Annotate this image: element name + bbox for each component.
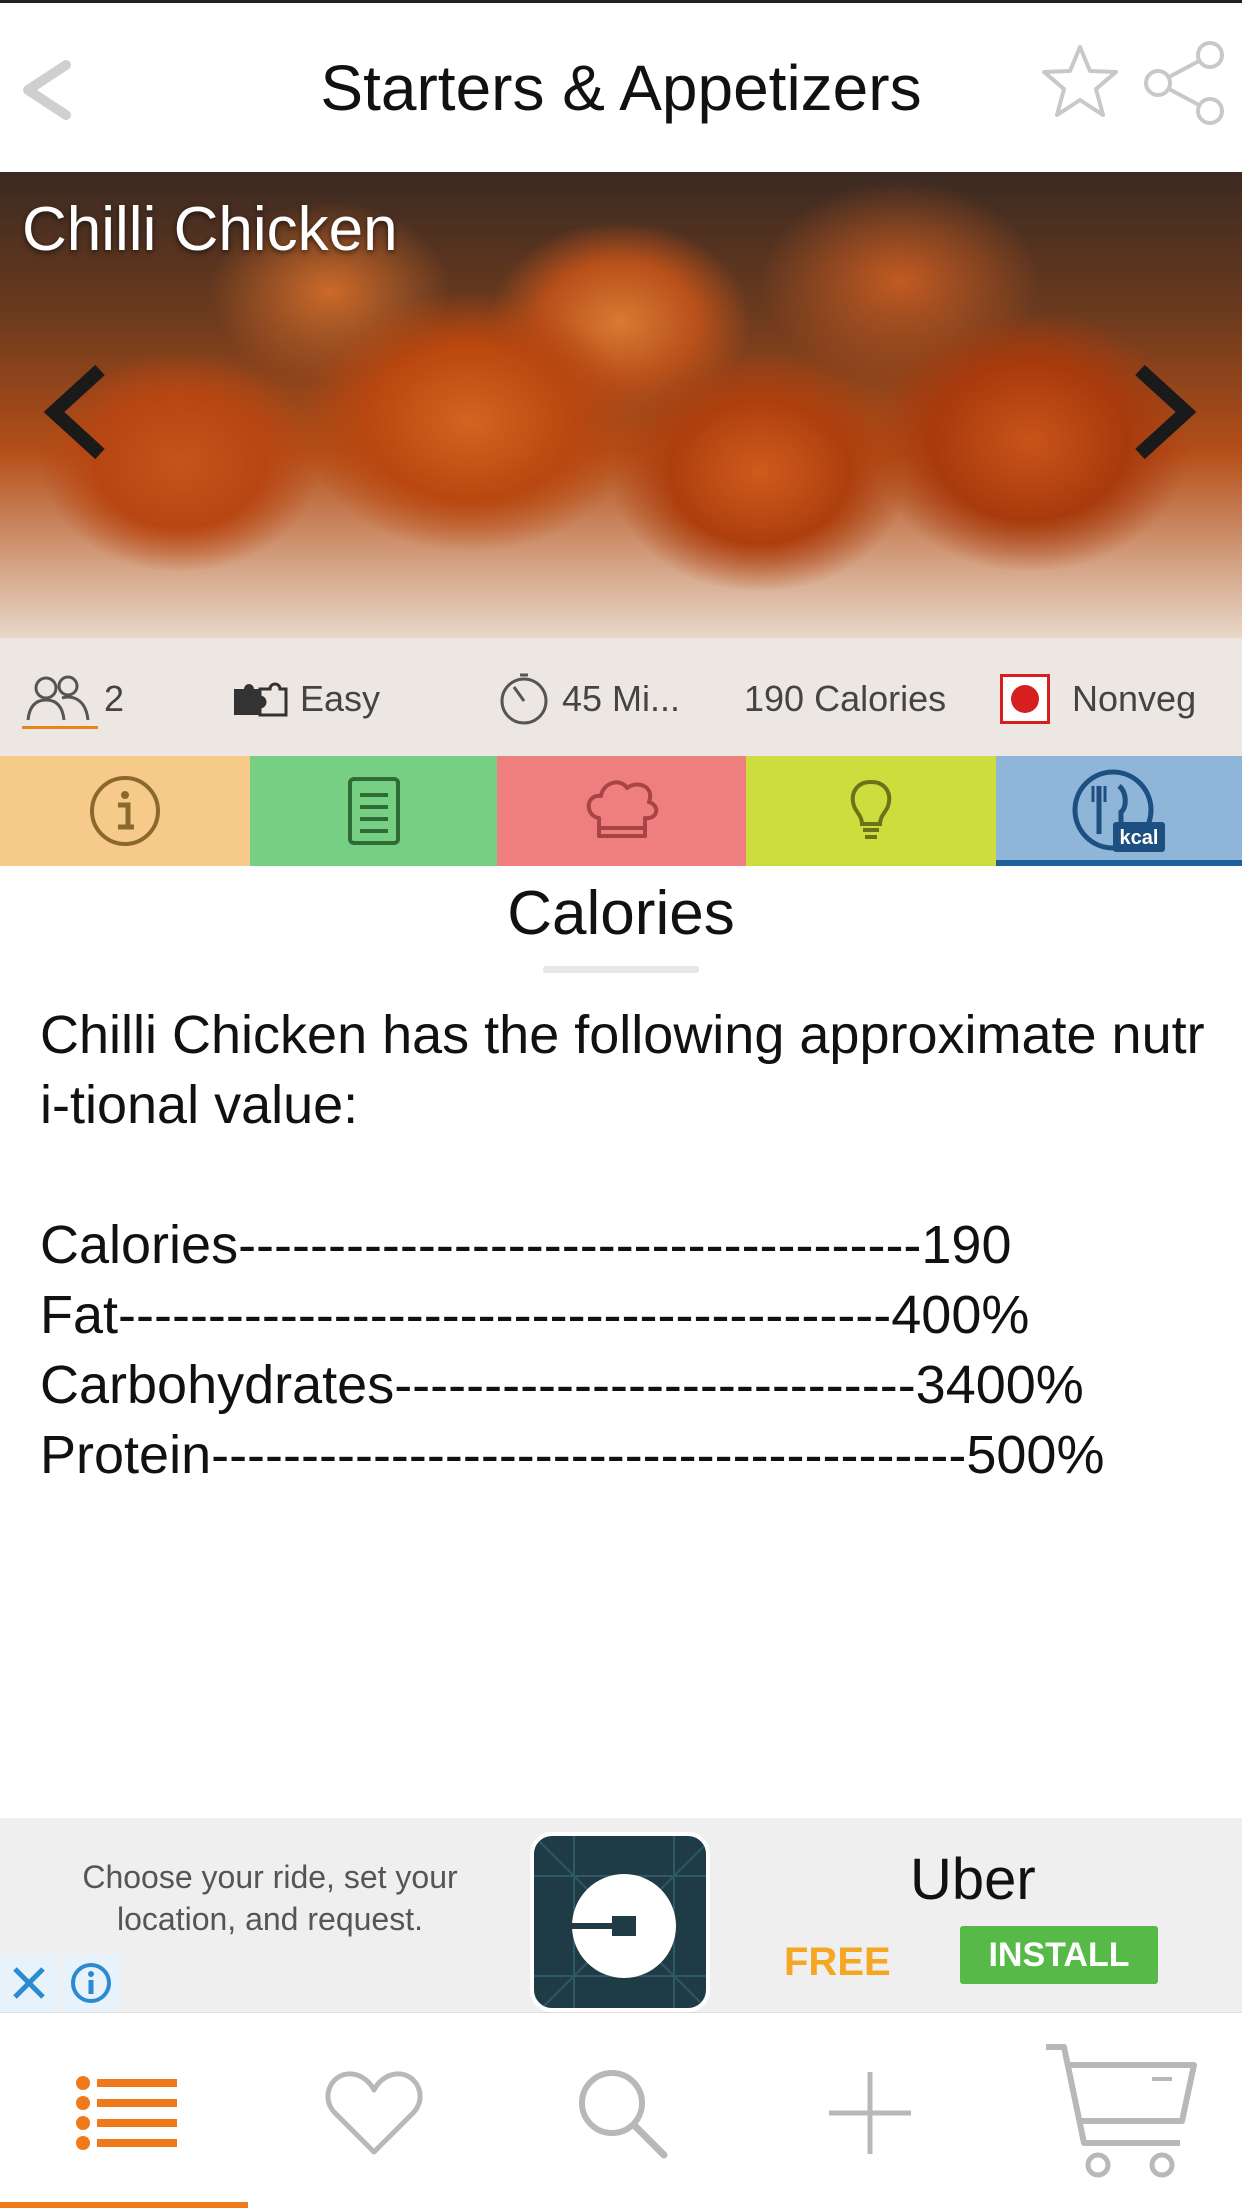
close-icon[interactable] xyxy=(0,1954,58,2012)
search-icon[interactable] xyxy=(562,2053,682,2173)
lightbulb-icon xyxy=(850,779,892,839)
calories-item: 190 Calories xyxy=(744,676,946,722)
serves-value: 2 xyxy=(104,678,125,719)
recipe-title: Chilli Chicken xyxy=(22,195,398,264)
ingredients-list-icon xyxy=(347,777,400,845)
active-tab-indicator xyxy=(0,2202,248,2208)
recipe-meta-bar: 2 Easy 45 Mi... 190 Calories Nonveg xyxy=(0,638,1242,756)
install-button[interactable]: INSTALL xyxy=(960,1926,1158,1984)
diet-item: Nonveg xyxy=(1000,674,1197,724)
difficulty-item: Easy xyxy=(230,676,380,722)
chevron-left-icon[interactable] xyxy=(40,362,110,462)
ad-info-icon[interactable] xyxy=(62,1954,120,2012)
heart-icon[interactable] xyxy=(314,2053,434,2173)
people-icon xyxy=(26,675,90,721)
serves-item: 2 xyxy=(22,675,125,722)
time-value: 45 Mi... xyxy=(562,678,681,719)
ad-price: FREE xyxy=(784,1940,891,1984)
kcal-icon: kcal xyxy=(1072,769,1165,852)
page-title: Starters & Appetizers xyxy=(320,52,922,124)
timer-icon xyxy=(500,673,548,725)
share-icon[interactable] xyxy=(1140,39,1226,125)
recipe-hero-image: Chilli Chicken xyxy=(0,172,1242,638)
top-navigation-bar: Starters & Appetizers xyxy=(0,0,1242,172)
list-icon[interactable] xyxy=(66,2053,186,2173)
diet-value: Nonveg xyxy=(1072,678,1197,719)
plus-icon[interactable] xyxy=(810,2053,930,2173)
tab-method[interactable] xyxy=(497,756,746,866)
recipe-tabs: kcal xyxy=(0,756,1242,866)
tab-info[interactable] xyxy=(0,756,250,866)
calories-value: 190 Calories xyxy=(744,678,947,719)
ad-app-name: Uber xyxy=(910,1847,1036,1912)
tab-calories[interactable]: kcal xyxy=(996,756,1242,866)
back-chevron-icon[interactable] xyxy=(18,55,78,125)
cart-icon[interactable] xyxy=(1042,2044,1202,2178)
bottom-tab-bar xyxy=(0,2012,1242,2208)
section-divider xyxy=(543,966,699,973)
svg-text:kcal: kcal xyxy=(1120,827,1159,849)
star-icon[interactable] xyxy=(1040,41,1120,121)
puzzle-icon xyxy=(234,682,288,717)
serves-underline xyxy=(22,726,98,729)
tab-ingredients[interactable] xyxy=(250,756,497,866)
nutrition-text: Chilli Chicken has the following approxi… xyxy=(40,1005,1205,1485)
difficulty-value: Easy xyxy=(300,678,381,719)
nonveg-icon xyxy=(1000,674,1050,724)
chef-hat-icon xyxy=(586,780,658,838)
ad-banner[interactable]: Choose your ride, set your location, and… xyxy=(0,1818,1242,2012)
uber-logo-icon xyxy=(530,1832,710,2012)
section-title: Calories xyxy=(507,879,735,948)
tab-tips[interactable] xyxy=(746,756,996,866)
chevron-right-icon[interactable] xyxy=(1130,362,1200,462)
ad-tagline: Choose your ride, set your location, and… xyxy=(82,1859,458,1937)
time-item: 45 Mi... xyxy=(496,673,681,725)
info-icon xyxy=(90,776,160,846)
